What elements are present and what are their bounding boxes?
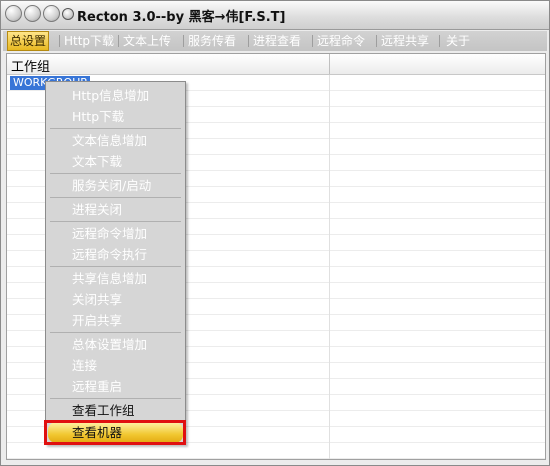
maximize-button[interactable] — [43, 5, 60, 22]
list-header: 工作组 — [7, 54, 545, 75]
menu-item-remote-restart[interactable]: 远程重启 — [48, 376, 183, 397]
menu-item-connect[interactable]: 连接 — [48, 355, 183, 376]
menu-item-remote-command-add[interactable]: 远程命令增加 — [48, 223, 183, 244]
menu-item-settings-add[interactable]: 总体设置增加 — [48, 334, 183, 355]
menu-separator — [248, 35, 249, 47]
menu-item-share-info-add[interactable]: 共享信息增加 — [48, 268, 183, 289]
menu-separator — [183, 35, 184, 47]
menu-item-service-toggle[interactable]: 服务关闭/启动 — [48, 175, 183, 196]
title-bar[interactable]: Recton 3.0--by 黑客→伟[F.S.T] — [1, 1, 549, 30]
menu-separator — [50, 128, 181, 129]
menu-separator — [59, 35, 60, 47]
menu-about[interactable]: 关于 — [444, 32, 472, 50]
menu-remote-share[interactable]: 远程共享 — [379, 32, 431, 50]
menu-remote-command[interactable]: 远程命令 — [315, 32, 367, 50]
menu-processes[interactable]: 进程查看 — [251, 32, 303, 50]
minimize-button[interactable] — [24, 5, 41, 22]
menu-services[interactable]: 服务传看 — [186, 32, 238, 50]
context-menu: Http信息增加 Http下载 文本信息增加 文本下载 服务关闭/启动 进程关闭… — [45, 81, 186, 445]
app-icon — [62, 8, 74, 20]
window-title: Recton 3.0--by 黑客→伟[F.S.T] — [77, 10, 286, 25]
menu-item-share-close[interactable]: 关闭共享 — [48, 289, 183, 310]
menu-item-http-info-add[interactable]: Http信息增加 — [48, 85, 183, 106]
close-button[interactable] — [5, 5, 22, 22]
red-highlight-outline — [44, 420, 186, 445]
menu-item-text-download[interactable]: 文本下载 — [48, 151, 183, 172]
menu-item-text-info-add[interactable]: 文本信息增加 — [48, 130, 183, 151]
menu-item-http-download[interactable]: Http下载 — [48, 106, 183, 127]
menu-item-share-open[interactable]: 开启共享 — [48, 310, 183, 331]
menu-separator — [439, 35, 440, 47]
menu-item-view-workgroup[interactable]: 查看工作组 — [48, 400, 183, 421]
menu-text-upload[interactable]: 文本上传 — [121, 32, 173, 50]
menu-item-remote-command-run[interactable]: 远程命令执行 — [48, 244, 183, 265]
column-header-workgroup[interactable]: 工作组 — [11, 56, 50, 75]
menu-bar: 总设置 Http下载 文本上传 服务传看 进程查看 远程命令 远程共享 关于 — [3, 31, 547, 51]
column-divider — [329, 75, 330, 459]
menu-separator — [50, 332, 181, 333]
menu-separator — [118, 35, 119, 47]
menu-separator — [50, 221, 181, 222]
menu-separator — [50, 197, 181, 198]
app-window: Recton 3.0--by 黑客→伟[F.S.T] 总设置 Http下载 文本… — [0, 0, 550, 466]
menu-http-download[interactable]: Http下载 — [62, 32, 116, 50]
menu-separator — [50, 173, 181, 174]
menu-general-settings[interactable]: 总设置 — [7, 31, 50, 51]
menu-separator — [50, 398, 181, 399]
column-divider — [329, 54, 330, 74]
menu-separator — [312, 35, 313, 47]
menu-separator — [50, 266, 181, 267]
menu-item-process-close[interactable]: 进程关闭 — [48, 199, 183, 220]
menu-separator — [376, 35, 377, 47]
